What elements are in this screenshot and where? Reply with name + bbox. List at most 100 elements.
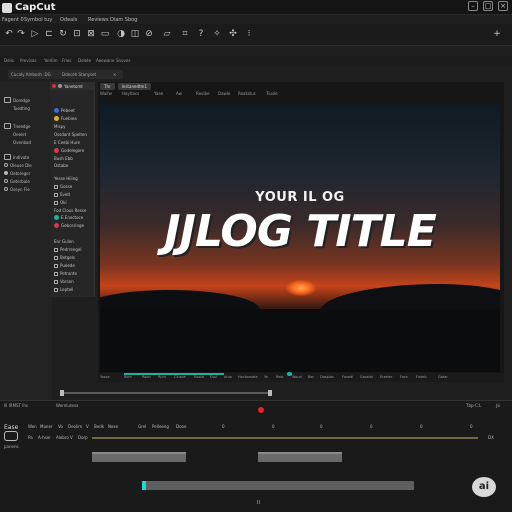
track-thumbnail-icon[interactable]: [4, 431, 18, 441]
rotate-icon[interactable]: ↻: [58, 29, 68, 39]
sidebar-item-oeeiet[interactable]: Oeeiet: [4, 130, 26, 138]
scrubber-start-handle[interactable]: [60, 390, 64, 396]
menu-odeals[interactable]: Odeals: [60, 17, 77, 23]
undo-icon[interactable]: ↶: [4, 29, 14, 39]
effect-item[interactable]: Dasplas: [320, 375, 334, 379]
list-item[interactable]: Betgels: [54, 255, 75, 260]
list-item[interactable]: E Ceebi Hure: [54, 140, 80, 145]
effect-item[interactable]: Fora: [400, 375, 408, 379]
track-item[interactable]: Alebro: [56, 435, 69, 440]
effect-item[interactable]: Rest: [276, 375, 284, 379]
tab-reatatus[interactable]: Reatatus: [238, 91, 256, 96]
video-subtitle[interactable]: YOUR IL OG: [100, 190, 500, 205]
list-item[interactable]: Pebeet: [54, 108, 75, 113]
list-item[interactable]: Oki: [54, 200, 67, 205]
video-title[interactable]: JJLOG TITLE: [100, 206, 500, 257]
more-icon[interactable]: ⁝: [244, 29, 254, 39]
track-item[interactable]: Nexe: [108, 424, 118, 429]
tab-yordim[interactable]: Yordim: [44, 58, 57, 63]
sidebar-item-indivate[interactable]: Indivate: [4, 153, 29, 161]
radio-oetoreger[interactable]: Oetoreger: [4, 169, 30, 177]
track-item[interactable]: Dooe: [176, 424, 186, 429]
tab-dawle[interactable]: Dawle: [218, 91, 230, 96]
effect-item[interactable]: Fosedl: [342, 375, 353, 379]
tab-haytlacs[interactable]: Haytlacs: [122, 91, 139, 96]
track-item[interactable]: Bedk: [94, 424, 104, 429]
mask-icon[interactable]: ◑: [116, 29, 126, 39]
timeline-clip[interactable]: [258, 452, 342, 462]
radio-oleuse[interactable]: Oleuse Dle: [4, 161, 32, 169]
track-item[interactable]: Maner: [40, 424, 53, 429]
mirror-icon[interactable]: ◫: [130, 29, 140, 39]
help-icon[interactable]: ?: [196, 29, 206, 39]
list-item[interactable]: Godelegore: [54, 148, 84, 153]
tab-waifw[interactable]: Waifw: [100, 91, 112, 96]
effect-item[interactable]: Yosse: [100, 375, 110, 379]
list-item[interactable]: Mispy: [54, 124, 66, 129]
track-item[interactable]: Pelleeng: [152, 424, 169, 429]
list-item[interactable]: Pueede: [54, 263, 75, 268]
tab-delete[interactable]: Delete: [78, 58, 91, 63]
list-item[interactable]: Gosse: [54, 184, 72, 189]
tab-aeewone[interactable]: Aeewone: [96, 58, 114, 63]
effect-item[interactable]: Fixteb: [416, 375, 427, 379]
tab-snoves[interactable]: Snoves: [116, 58, 130, 63]
timeline-ruler[interactable]: [92, 437, 478, 439]
effect-item[interactable]: Goselal: [360, 375, 373, 379]
section-close-icon[interactable]: ×: [113, 72, 116, 77]
video-canvas[interactable]: YOUR IL OG JJLOG TITLE: [100, 104, 500, 372]
effect-item[interactable]: Wourl: [292, 375, 302, 379]
ai-assistant-button[interactable]: ai: [472, 477, 496, 497]
timeline-clip[interactable]: [92, 452, 186, 462]
list-item[interactable]: Bush Ebb: [54, 156, 73, 161]
menu-symbol[interactable]: Symbol tuy: [24, 17, 52, 23]
tab-previsas[interactable]: Previsas: [20, 58, 36, 63]
effect-item[interactable]: Yo: [264, 375, 268, 379]
track-item[interactable]: Vo: [58, 424, 63, 429]
play-icon[interactable]: ▷: [30, 29, 40, 39]
minimize-button[interactable]: –: [468, 1, 478, 11]
split-icon[interactable]: ⊏: [44, 29, 54, 39]
list-item[interactable]: Pedrrengel: [54, 247, 82, 252]
tab-delis[interactable]: Delis: [4, 58, 14, 63]
list-item[interactable]: Ostabe: [54, 163, 68, 168]
magic-icon[interactable]: ✧: [212, 29, 222, 39]
effect-item[interactable]: Essl: [210, 375, 217, 379]
track-item[interactable]: Dorp: [78, 435, 88, 440]
track-item[interactable]: V: [86, 424, 89, 429]
effect-item[interactable]: Gatar: [438, 375, 448, 379]
tab-fries[interactable]: Fries: [62, 58, 71, 63]
preview-scrubber[interactable]: [60, 390, 272, 396]
track-item[interactable]: Wen: [28, 424, 37, 429]
list-item[interactable]: Petrante: [54, 271, 77, 276]
track-item[interactable]: Deolim: [68, 424, 82, 429]
add-icon[interactable]: +: [492, 29, 502, 39]
list-item[interactable]: Fod Clous Resse: [54, 208, 86, 213]
track-item[interactable]: V: [70, 435, 73, 440]
maximize-button[interactable]: □: [483, 1, 493, 11]
chip-instance[interactable]: Instanedtm1: [117, 82, 151, 90]
effect-item[interactable]: Ereeler: [380, 375, 392, 379]
effect-item[interactable]: Bar: [308, 375, 314, 379]
tab-aw[interactable]: Aw: [176, 91, 182, 96]
list-item[interactable]: Enr Gulen: [54, 239, 74, 244]
close-button[interactable]: ×: [498, 1, 508, 11]
crop-icon[interactable]: ⊡: [72, 29, 82, 39]
text-icon[interactable]: ⌗: [180, 29, 190, 39]
list-item[interactable]: Ossdant Spelten: [54, 132, 87, 137]
sidebar-item-tneedge[interactable]: Tneedge: [4, 122, 30, 130]
sidebar-item-doredge[interactable]: Doredge: [4, 96, 30, 104]
effect-item[interactable]: Noole: [194, 375, 204, 379]
radio-geterbale[interactable]: Geterbale: [4, 177, 30, 185]
list-item[interactable]: Evelt: [54, 192, 70, 197]
list-item[interactable]: Leptell: [54, 287, 73, 292]
effect-item[interactable]: Rum: [158, 375, 166, 379]
effect-item[interactable]: Anio: [224, 375, 232, 379]
tab-revibe[interactable]: Revibe: [196, 91, 210, 96]
track-item[interactable]: Pa: [28, 435, 33, 440]
tab-yaee[interactable]: Yaee: [154, 91, 163, 96]
voice-icon[interactable]: ▱: [162, 29, 172, 39]
list-item[interactable]: E Enectoce: [54, 215, 83, 220]
sidebar-item-toedting[interactable]: Toedting: [4, 104, 30, 112]
effect-item[interactable]: Hockorsate: [238, 375, 258, 379]
